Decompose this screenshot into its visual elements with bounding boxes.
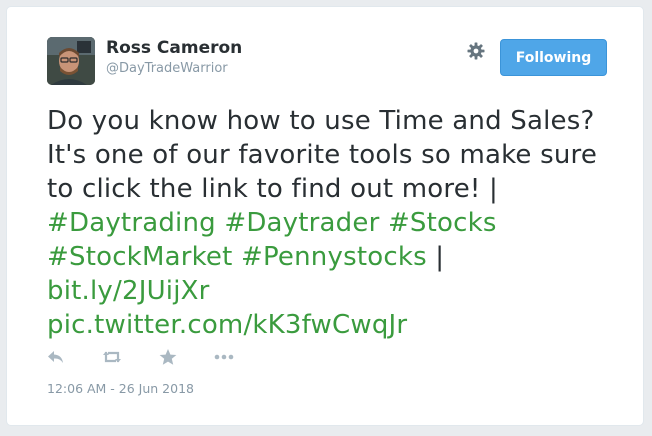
tweet-card: Ross Cameron @DayTradeWarrior Following … <box>6 6 644 426</box>
retweet-icon[interactable] <box>101 347 123 367</box>
following-button[interactable]: Following <box>500 39 607 76</box>
hashtag-link[interactable]: #Daytrader <box>224 208 379 238</box>
reply-icon[interactable] <box>45 347 67 367</box>
media-link[interactable]: pic.twitter.com/kK3fwCwqJr <box>47 310 407 340</box>
url-link[interactable]: bit.ly/2JUijXr <box>47 276 210 306</box>
star-icon[interactable] <box>157 347 179 367</box>
hashtag-link[interactable]: #Pennystocks <box>241 242 427 272</box>
tweet-timestamp[interactable]: 12:06 AM - 26 Jun 2018 <box>47 381 194 396</box>
tweet-text: Do you know how to use Time and Sales? I… <box>47 104 617 342</box>
avatar[interactable] <box>47 37 95 85</box>
hashtag-link[interactable]: #Stocks <box>388 208 497 238</box>
user-handle[interactable]: @DayTradeWarrior <box>106 61 228 76</box>
tweet-separator: | <box>426 242 445 272</box>
gear-icon[interactable] <box>466 41 486 61</box>
hashtag-link[interactable]: #Daytrading <box>47 208 216 238</box>
tweet-body: Do you know how to use Time and Sales? I… <box>47 106 598 204</box>
avatar-photo <box>47 37 95 85</box>
hashtag-link[interactable]: #StockMarket <box>47 242 233 272</box>
display-name[interactable]: Ross Cameron <box>106 38 242 58</box>
more-icon[interactable] <box>213 347 235 367</box>
